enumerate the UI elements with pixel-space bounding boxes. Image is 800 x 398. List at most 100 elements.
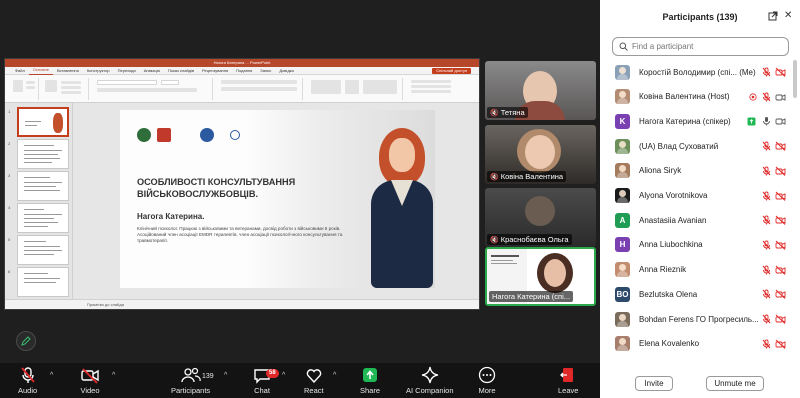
participant-row[interactable]: Elena Kovalenko [600,332,792,356]
zoom-window: Нагога Катерина ... PowerPoint Файл Осно… [0,0,800,398]
ppt-tab-file[interactable]: Файл [11,67,29,75]
close-icon[interactable]: ✕ [784,10,792,21]
participant-search[interactable] [612,37,789,56]
more-button[interactable]: More [478,366,496,395]
ppt-tab-home[interactable]: Основне [28,66,53,75]
participant-row[interactable]: Alyona Vorotnikova [600,184,792,208]
ppt-tab-animations[interactable]: Анімація [140,67,164,75]
participant-row[interactable]: Anna Rieznik [600,258,792,282]
participants-count: 139 [202,373,214,380]
video-tile[interactable]: 🔇 Ковіна Валентина [485,125,596,184]
ribbon-paragraph-group[interactable] [217,78,303,100]
ai-companion-button[interactable]: AI Companion [406,366,454,395]
ppt-ribbon-tabs: Файл Основне Вставлення Конструктор Пере… [5,67,479,75]
slide-thumbnail[interactable] [17,203,69,233]
video-options-caret[interactable]: ^ [112,372,115,379]
video-tile[interactable]: 🔇 Краснобаєва Ольга [485,188,596,247]
camera-off-icon [775,289,786,300]
meeting-stage: Нагога Катерина ... PowerPoint Файл Осно… [0,0,600,363]
video-button[interactable]: Video [80,366,100,395]
participant-avatar [615,89,630,105]
participant-name: Aliona Siryk [639,166,682,176]
slide-heading: ОСОБЛИВОСТІ КОНСУЛЬТУВАННЯ ВІЙСЬКОВОСЛУЖ… [137,177,296,199]
participant-name: Коростій Володимир (спі... (Me) [639,67,756,77]
slide-thumbnail[interactable] [17,171,69,201]
partner-logo [137,128,151,142]
mic-muted-icon [20,367,35,383]
participant-list-scrollbar[interactable] [793,60,797,98]
ppt-tab-review[interactable]: Рецензування [198,67,232,75]
audio-button[interactable]: Audio [18,366,37,395]
ppt-tab-view[interactable]: Подання [232,67,256,75]
search-input[interactable] [632,42,782,51]
participant-row[interactable]: K Нагога Катерина (спікер) [600,109,792,133]
participant-avatar [615,138,630,154]
ppt-share-button[interactable]: Спільний доступ [432,67,471,74]
participant-avatar [615,262,630,278]
partner-logo [157,128,171,142]
participant-row[interactable]: Aliona Siryk [600,159,792,183]
ppt-notes-label[interactable]: Примітки до слайда [87,302,124,307]
slide-thumbnail[interactable] [17,235,69,265]
participant-name: Alyona Vorotnikova [639,191,708,200]
annotate-button[interactable] [16,331,36,351]
ribbon-font-group[interactable] [93,78,213,100]
ppt-tab-help[interactable]: Довідка [275,67,297,75]
participants-button[interactable]: Participants [171,366,210,395]
camera-off-icon [775,265,786,275]
slide-editing-canvas: ОСОБЛИВОСТІ КОНСУЛЬТУВАННЯ ВІЙСЬКОВОСЛУЖ… [73,103,479,301]
video-tile[interactable]: 🔇 Тетяна [485,61,596,120]
ribbon-clipboard-group[interactable] [9,78,39,100]
audio-label: Audio [18,386,38,395]
participant-row[interactable]: H Anna Liubochkina [600,233,792,257]
unmute-me-button[interactable]: Unmute me [706,376,764,391]
leave-button[interactable]: Leave [558,366,578,395]
popout-icon[interactable] [768,11,778,21]
ppt-tab-design[interactable]: Конструктор [83,67,114,75]
chat-options-caret[interactable]: ^ [282,372,285,379]
react-options-caret[interactable]: ^ [333,372,336,379]
mic-icon [762,116,771,126]
react-label: React [304,386,324,395]
ppt-tab-slideshow[interactable]: Показ слайдів [164,67,198,75]
ppt-tab-record[interactable]: Запис [256,67,275,75]
participant-row[interactable]: A Anastasiia Avanian [600,208,792,232]
ribbon-drawing-group[interactable] [307,78,403,100]
share-button[interactable]: Share [360,366,380,395]
mic-muted-icon [762,289,771,299]
slide-presenter-name: Нагога Катерина. [137,212,205,221]
participant-row[interactable]: BO Bezlutska Olena [600,282,792,306]
muted-mic-icon: 🔇 [490,173,499,181]
shared-screen-powerpoint[interactable]: Нагога Катерина ... PowerPoint Файл Осно… [4,58,480,310]
mic-muted-icon [762,215,771,225]
current-slide[interactable]: ОСОБЛИВОСТІ КОНСУЛЬТУВАННЯ ВІЙСЬКОВОСЛУЖ… [120,110,435,288]
react-button[interactable]: React [304,366,324,395]
audio-options-caret[interactable]: ^ [50,372,53,379]
slide-description: Клінічний психолог. Працюю з військовими… [137,226,343,244]
slide-thumbnail[interactable] [17,107,69,137]
participants-options-caret[interactable]: ^ [224,372,227,379]
ppt-tab-insert[interactable]: Вставлення [53,67,83,75]
mic-muted-icon [762,191,771,201]
recording-icon [749,93,757,101]
leave-door-icon [560,368,574,382]
participant-row[interactable]: Bohdan Ferens ГО Прогресиль... [600,307,792,331]
participant-row[interactable]: Коростій Володимир (спі... (Me) [600,60,792,84]
ribbon-slides-group[interactable] [43,78,89,100]
participant-row[interactable]: (UA) Влад Суховатий [600,134,792,158]
ppt-ribbon [5,75,479,103]
ribbon-editing-group[interactable] [407,78,457,100]
slide-thumbnail[interactable] [17,139,69,169]
video-tile-active-speaker[interactable]: Нагога Катерина (спі... [485,247,596,306]
muted-mic-icon: 🔇 [490,109,499,117]
ppt-tab-transitions[interactable]: Переходи [114,67,140,75]
participant-avatar [615,188,630,203]
camera-off-icon [775,166,786,176]
slide-thumbnail[interactable] [17,267,69,297]
participants-panel: Participants (139) ✕ Коростій Володимир … [600,0,800,398]
participant-name: Ковіна Валентина (Host) [639,92,730,102]
participant-row[interactable]: Ковіна Валентина (Host) [600,85,792,109]
camera-off-icon [775,191,786,201]
ppt-status-bar: Примітки до слайда [5,299,479,309]
invite-button[interactable]: Invite [635,376,673,391]
